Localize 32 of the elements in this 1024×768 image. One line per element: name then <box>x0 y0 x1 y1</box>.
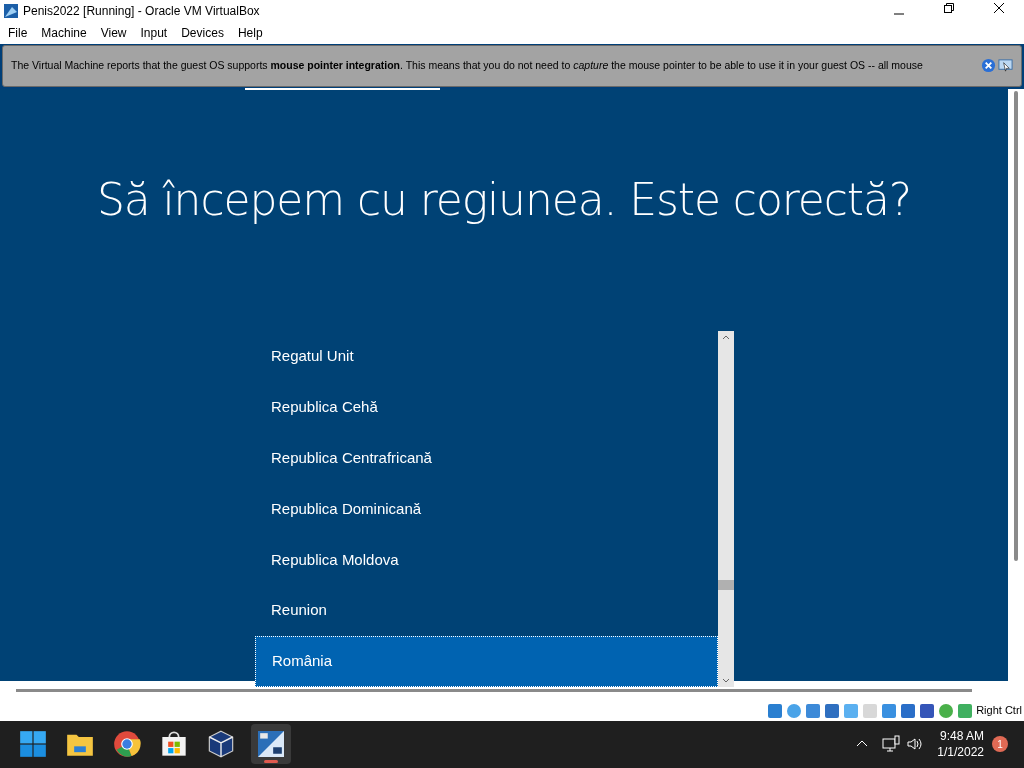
menu-item[interactable]: File <box>1 23 35 42</box>
browser-icon[interactable] <box>113 730 141 759</box>
window-title: Penis2022 [Running] - Oracle VM VirtualBox <box>23 2 260 20</box>
region-option[interactable]: Republica Centrafricană <box>255 432 718 484</box>
app-tile-icon[interactable] <box>251 724 291 765</box>
app-icon <box>3 2 19 19</box>
menu-item[interactable]: Input <box>133 23 175 42</box>
maximize-icon[interactable] <box>943 1 955 14</box>
region-option[interactable]: Republica Moldova <box>255 534 718 586</box>
host-key-label: Right Ctrl <box>976 703 1022 719</box>
region-option[interactable]: Reunion <box>255 585 718 637</box>
menu-item[interactable]: View <box>93 23 134 42</box>
clock-date[interactable]: 1/1/2022 <box>937 744 984 761</box>
menu-item[interactable]: Machine <box>34 23 94 42</box>
horizontal-scrollbar[interactable] <box>16 689 972 693</box>
region-option[interactable]: România <box>255 636 718 687</box>
notification-message: The Virtual Machine reports that the guest OS supports mouse pointer integration. This means that you do not need to capture the mouse pointer to be able to use it in your guest OS -- all mouse <box>11 57 923 73</box>
scrollbar[interactable] <box>718 331 734 687</box>
menu-item[interactable]: Help <box>230 23 270 42</box>
page-heading: Să începem cu regiunea. Este corectă? <box>96 173 912 227</box>
start-icon[interactable] <box>19 730 47 759</box>
region-option[interactable]: Republica Dominicană <box>255 483 718 535</box>
clock-time[interactable]: 9:48 AM <box>939 728 984 745</box>
menu-item[interactable]: Devices <box>174 23 231 42</box>
scroll-thumb[interactable] <box>718 580 734 590</box>
region-option[interactable]: Republica Cehă <box>255 381 718 433</box>
close-icon[interactable] <box>993 1 1005 14</box>
cube-icon[interactable] <box>207 730 235 759</box>
speaker-icon[interactable] <box>906 736 923 753</box>
region-option[interactable]: Regatul Unit <box>255 331 718 382</box>
store-icon[interactable] <box>160 730 188 759</box>
mouse-pointer-icon <box>998 58 1013 73</box>
